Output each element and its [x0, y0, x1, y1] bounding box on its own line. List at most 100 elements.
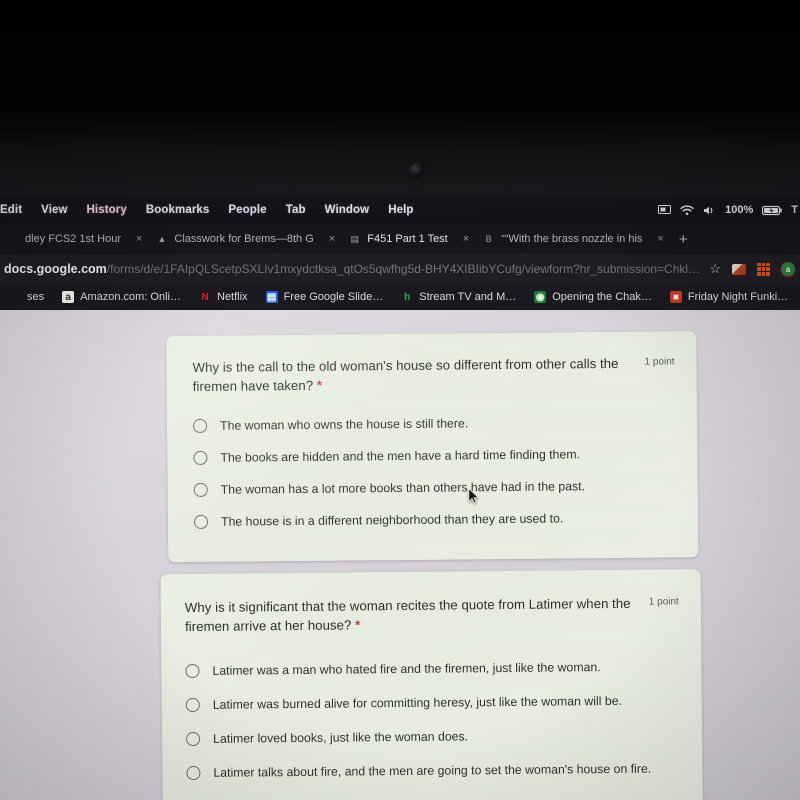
browser-tab[interactable]: ▲ Classwork for Brems—8th G × [149, 224, 342, 254]
bookmark-label: Free Google Slide… [283, 291, 384, 303]
option-label: Latimer was a man who hated fire and the… [212, 660, 601, 678]
menu-item-history[interactable]: History [87, 204, 127, 216]
radio-button-icon[interactable] [186, 731, 201, 747]
option-label: Latimer loved books, just like the woman… [213, 729, 469, 746]
radio-button-icon[interactable] [185, 663, 200, 679]
menu-item-help[interactable]: Help [388, 204, 413, 216]
menu-item-window[interactable]: Window [325, 204, 370, 216]
bookmark-favicon-icon: ◉ [534, 291, 547, 303]
question-header: Why is it significant that the woman rec… [161, 569, 702, 636]
extension-icon[interactable] [732, 263, 746, 275]
radio-option[interactable]: The books are hidden and the men have a … [193, 437, 675, 474]
option-label: Latimer talks about fire, and the men ar… [213, 761, 652, 780]
browser-toolbar: docs.google.com /forms/d/e/1FAIpQLScetpS… [0, 254, 800, 284]
bookmark-label: ses [27, 291, 45, 303]
battery-charging-icon[interactable] [762, 205, 783, 216]
menu-item-people[interactable]: People [228, 204, 266, 216]
volume-icon[interactable] [703, 205, 716, 216]
battery-percentage: 100% [725, 204, 754, 216]
tab-favicon-icon: B [485, 234, 492, 244]
macos-menubar: Edit View History Bookmarks People Tab Window H… [0, 196, 800, 224]
tab-title: dley FCS2 1st Hour [25, 233, 121, 245]
radio-option[interactable]: The woman who owns the house is still th… [193, 405, 675, 442]
question-body: Why is it significant that the woman rec… [184, 595, 631, 635]
page-viewport: Why is the call to the old woman's house… [0, 310, 800, 800]
option-label: The woman who owns the house is still th… [220, 416, 469, 433]
option-label: The woman has a lot more books than othe… [220, 479, 586, 497]
bookmark-item[interactable]: a Amazon.com: Onli… [53, 291, 190, 303]
menubar-items: Edit View History Bookmarks People Tab Window H… [0, 204, 414, 216]
bookmark-item[interactable]: ■ Friday Night Funki… [661, 291, 797, 303]
bookmark-label: Friday Night Funki… [687, 291, 789, 303]
apps-grid-icon[interactable] [757, 262, 770, 276]
menubar-clock[interactable]: T [791, 204, 798, 216]
screen-mirroring-icon[interactable] [658, 204, 672, 216]
new-tab-button[interactable]: + [671, 231, 696, 248]
radio-button-icon[interactable] [193, 514, 209, 529]
radio-button-icon[interactable] [193, 482, 208, 497]
tab-title: Classwork for Brems—8th G [174, 233, 314, 245]
radio-option[interactable]: Latimer was a man who hated fire and the… [185, 649, 679, 688]
profile-avatar[interactable]: a [781, 262, 795, 276]
menubar-status-icons: 100% T [658, 196, 800, 224]
question-card: Why is it significant that the woman rec… [160, 569, 703, 800]
laptop-bezel [0, 0, 800, 196]
tab-close-icon[interactable]: × [128, 233, 142, 245]
address-bar[interactable]: docs.google.com /forms/d/e/1FAIpQLScetpS… [4, 262, 709, 276]
browser-tab-strip: dley FCS2 1st Hour × ▲ Classwork for Brems—… [0, 224, 800, 254]
points-label: 1 point [648, 596, 679, 608]
bookmark-item[interactable]: N Netflix [190, 291, 257, 303]
radio-option[interactable]: The house is in a different neighborhood… [193, 501, 676, 538]
menu-item-tab[interactable]: Tab [286, 204, 306, 216]
radio-button-icon[interactable] [193, 418, 208, 433]
radio-button-icon[interactable] [186, 765, 201, 781]
bookmark-item[interactable]: ◉ Opening the Chak… [525, 291, 661, 303]
bookmark-label: Netflix [217, 291, 248, 303]
radio-option[interactable]: Latimer talks about fire, and the men ar… [186, 751, 680, 790]
radio-option[interactable]: The woman has a lot more books than othe… [193, 469, 676, 506]
points-label: 1 point [644, 356, 675, 368]
wifi-icon[interactable] [680, 204, 694, 216]
bookmark-label: Opening the Chak… [552, 291, 652, 303]
question-text: Why is it significant that the woman rec… [185, 594, 635, 636]
tab-close-icon[interactable]: × [649, 233, 663, 245]
answer-options: The woman who owns the house is still th… [167, 391, 698, 538]
option-label: Latimer was burned alive for committing … [212, 693, 622, 712]
bookmarks-bar: ses a Amazon.com: Onli… N Netflix ▤ Free Googl… [0, 284, 800, 310]
radio-button-icon[interactable] [185, 697, 200, 713]
browser-tab[interactable]: dley FCS2 1st Hour × [0, 224, 149, 254]
question-card: Why is the call to the old woman's house… [166, 331, 699, 563]
bookmark-favicon-icon: a [62, 291, 75, 303]
question-text: Why is the call to the old woman's house… [192, 354, 630, 396]
toolbar-actions: ☆ a [709, 261, 800, 277]
bookmark-item[interactable]: ses [0, 291, 53, 303]
bookmark-star-icon[interactable]: ☆ [709, 261, 721, 277]
tab-title: ““With the brass nozzle in his [501, 233, 643, 245]
option-label: The books are hidden and the men have a … [220, 447, 581, 465]
menu-item-edit[interactable]: Edit [0, 204, 22, 216]
bookmark-label: Amazon.com: Onli… [80, 291, 181, 303]
option-label: The house is in a different neighborhood… [220, 511, 564, 529]
bookmark-item[interactable]: h Stream TV and M… [392, 291, 525, 303]
webcam-icon [409, 163, 424, 178]
required-asterisk: * [316, 377, 323, 393]
tab-title: F451 Part 1 Test [367, 233, 448, 245]
bookmark-label: Stream TV and M… [419, 291, 517, 303]
bookmark-favicon-icon [9, 291, 21, 303]
browser-tab[interactable]: B ““With the brass nozzle in his × [476, 224, 671, 254]
menu-item-bookmarks[interactable]: Bookmarks [146, 204, 210, 216]
radio-button-icon[interactable] [193, 450, 208, 465]
url-host: docs.google.com [4, 262, 107, 276]
bookmark-favicon-icon: ■ [669, 291, 682, 303]
menu-item-view[interactable]: View [41, 204, 67, 216]
tab-close-icon[interactable]: × [455, 233, 469, 245]
bookmark-item[interactable]: ▤ Free Google Slide… [257, 291, 393, 303]
radio-option[interactable]: Latimer loved books, just like the woman… [186, 717, 680, 756]
tab-favicon-icon: ▲ [157, 234, 167, 244]
answer-options: Latimer was a man who hated fire and the… [161, 631, 702, 790]
radio-option[interactable]: Latimer was burned alive for committing … [185, 683, 680, 722]
browser-tab[interactable]: ▤ F451 Part 1 Test × [342, 224, 476, 254]
url-path: /forms/d/e/1FAIpQLScetpSXLIv1mxydctksa_q… [106, 262, 701, 276]
tab-close-icon[interactable]: × [321, 233, 335, 245]
laptop-photo: Edit View History Bookmarks People Tab Window H… [0, 0, 800, 800]
